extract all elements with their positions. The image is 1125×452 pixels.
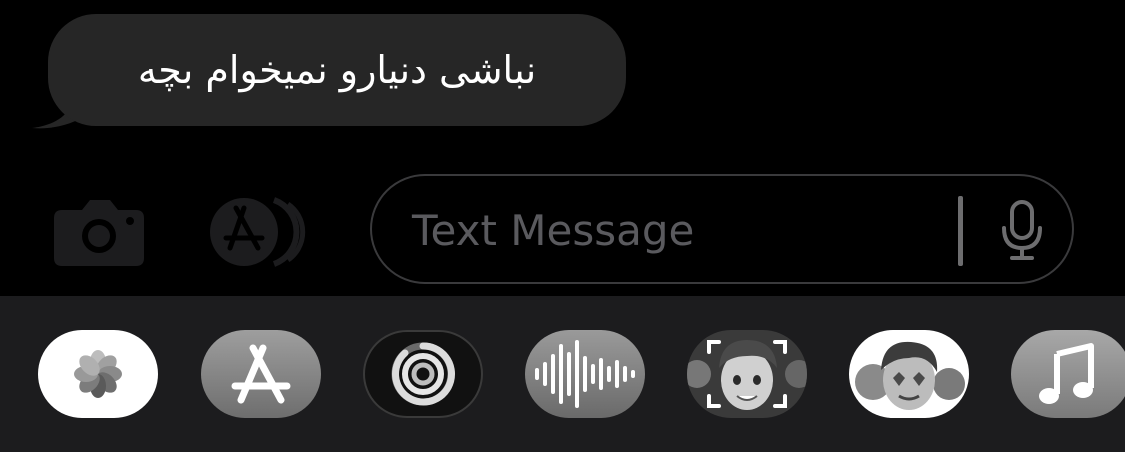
waveform-icon xyxy=(535,340,635,408)
message-bubble-body: نباشی دنیارو نمیخوام بچه xyxy=(48,14,626,126)
camera-icon xyxy=(54,200,144,266)
photos-icon xyxy=(74,350,122,398)
app-store-icon xyxy=(231,344,291,404)
music-app-button[interactable] xyxy=(1011,330,1125,418)
memoji-stickers-app-button[interactable] xyxy=(849,330,969,418)
memoji-icon xyxy=(687,340,807,410)
app-drawer xyxy=(0,296,1125,452)
text-cursor xyxy=(958,196,963,266)
message-bubble[interactable]: نباشی دنیارو نمیخوام بچه xyxy=(30,14,630,130)
fitness-app-button[interactable] xyxy=(363,330,483,418)
fitness-rings-icon xyxy=(391,342,456,406)
message-text: نباشی دنیارو نمیخوام بچه xyxy=(137,48,537,92)
audio-message-app-button[interactable] xyxy=(525,330,645,418)
dictation-button[interactable] xyxy=(998,200,1046,262)
message-input-placeholder: Text Message xyxy=(412,206,695,255)
conversation-area: نباشی دنیارو نمیخوام بچه Text Message xyxy=(0,0,1125,296)
apps-button[interactable] xyxy=(206,196,324,268)
photos-app-button[interactable] xyxy=(38,330,158,418)
memoji-app-button[interactable] xyxy=(687,330,807,418)
music-note-icon xyxy=(1039,343,1094,404)
app-store-icon xyxy=(210,197,306,267)
app-store-app-button[interactable] xyxy=(201,330,321,418)
camera-button[interactable] xyxy=(52,196,146,268)
memoji-stickers-icon xyxy=(855,341,965,410)
microphone-icon xyxy=(1002,200,1042,260)
message-input[interactable]: Text Message xyxy=(370,174,1074,284)
